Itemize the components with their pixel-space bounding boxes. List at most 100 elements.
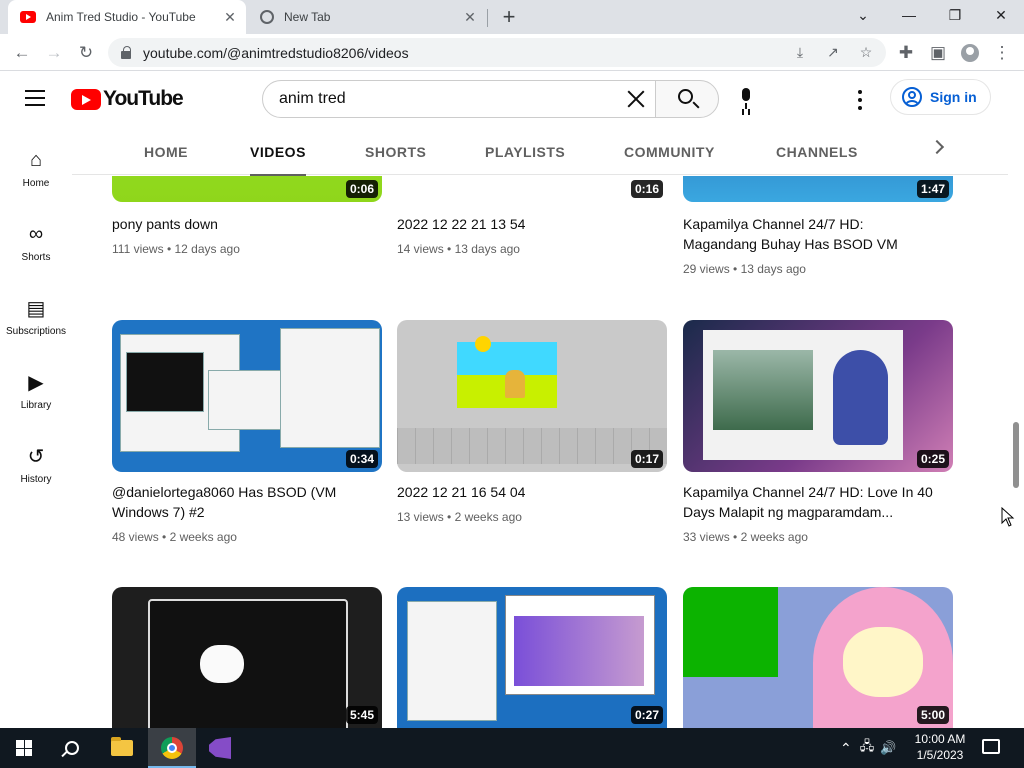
bookmark-star-icon[interactable]: ☆ xyxy=(854,40,878,64)
guide-item-history[interactable]: ↺ History xyxy=(0,424,72,496)
view-count: 13 views xyxy=(397,510,444,524)
share-icon[interactable]: ↗ xyxy=(821,40,845,64)
side-panel-icon[interactable]: ▣ xyxy=(924,39,952,67)
lock-icon[interactable] xyxy=(121,45,131,59)
back-button[interactable]: ← xyxy=(8,39,36,67)
duration-badge: 5:00 xyxy=(916,706,949,724)
upload-age: 2 weeks ago xyxy=(740,530,808,544)
video-thumbnail[interactable]: 0:06 xyxy=(112,176,382,202)
address-bar[interactable]: youtube.com/@animtredstudio8206/videos ⤓… xyxy=(108,38,886,67)
guide-item-subscriptions[interactable]: ▤ Subscriptions xyxy=(0,276,72,348)
reload-button[interactable]: ↻ xyxy=(72,39,100,67)
taskbar-clock[interactable]: 10:00 AM 1/5/2023 xyxy=(906,731,974,763)
tab-community[interactable]: COMMUNITY xyxy=(624,128,715,175)
tab-channels[interactable]: CHANNELS xyxy=(776,128,858,175)
video-thumbnail[interactable]: 1:47 xyxy=(683,176,953,202)
profile-icon xyxy=(961,44,979,62)
pony-drawing xyxy=(505,370,525,398)
clock-time: 10:00 AM xyxy=(914,732,966,746)
video-title[interactable]: Kapamilya Channel 24/7 HD: Magandang Buh… xyxy=(683,214,933,254)
green-screen-area xyxy=(683,587,778,677)
youtube-masthead: YouTube Sign in xyxy=(0,72,1024,128)
action-center-icon[interactable] xyxy=(982,739,1000,754)
new-tab-button[interactable]: + xyxy=(497,4,521,29)
guide-item-shorts[interactable]: ∞ Shorts xyxy=(0,202,72,274)
clock-date: 1/5/2023 xyxy=(916,748,964,762)
sign-in-button[interactable]: Sign in xyxy=(890,79,991,115)
minimize-button[interactable]: — xyxy=(886,0,932,30)
voice-search-mic-icon[interactable] xyxy=(740,88,752,112)
chrome-taskbar-button[interactable] xyxy=(148,728,196,768)
network-icon[interactable]: 🖧 xyxy=(860,737,875,759)
visual-studio-icon xyxy=(209,737,231,759)
settings-more-icon[interactable] xyxy=(858,90,862,110)
tab-home[interactable]: HOME xyxy=(144,128,188,175)
duration-badge: 0:25 xyxy=(916,450,949,468)
guide-item-home[interactable]: ⌂ Home xyxy=(0,128,72,200)
restore-button[interactable]: ❐ xyxy=(932,0,978,30)
history-icon: ↺ xyxy=(27,445,45,468)
duration-badge: 0:17 xyxy=(630,450,663,468)
guide-label: Shorts xyxy=(21,252,51,263)
profile-avatar[interactable] xyxy=(956,39,984,67)
meta-separator: • xyxy=(447,242,452,256)
extensions-puzzle-icon[interactable]: ✚ xyxy=(892,39,920,67)
search-input[interactable] xyxy=(279,90,609,108)
clear-search-icon[interactable] xyxy=(625,88,647,110)
browser-tab-youtube[interactable]: Anim Tred Studio - YouTube ✕ xyxy=(8,0,246,34)
tab-search-chevron-icon[interactable]: ⌄ xyxy=(840,0,886,30)
close-window-button[interactable]: ✕ xyxy=(978,0,1024,30)
guide-label: Library xyxy=(20,400,52,411)
search-icon xyxy=(678,89,693,104)
video-metadata: 111 views • 12 days ago xyxy=(112,242,240,256)
forward-button[interactable]: → xyxy=(40,39,68,67)
video-title[interactable]: 2022 12 21 16 54 04 xyxy=(397,482,647,502)
volume-icon[interactable]: 🔊 xyxy=(880,740,896,756)
upload-age: 2 weeks ago xyxy=(454,510,522,524)
video-title[interactable]: @danielortega8060 Has BSOD (VM Windows 7… xyxy=(112,482,362,522)
video-thumbnail[interactable]: 0:25 xyxy=(683,320,953,472)
chrome-icon xyxy=(161,737,183,759)
video-thumbnail[interactable]: 0:17 xyxy=(397,320,667,472)
video-grid: 0:06 0:16 1:47 pony pants down 111 views… xyxy=(72,176,1008,728)
tab-title: New Tab xyxy=(284,10,331,24)
install-app-icon[interactable]: ⤓ xyxy=(788,40,812,64)
meta-separator: • xyxy=(733,262,738,276)
people-photo xyxy=(713,350,813,430)
video-thumbnail[interactable]: 5:45 xyxy=(112,587,382,728)
video-title[interactable]: 2022 12 22 21 13 54 xyxy=(397,214,647,234)
start-button[interactable] xyxy=(0,728,48,768)
video-thumbnail[interactable]: 0:34 xyxy=(112,320,382,472)
video-title[interactable]: pony pants down xyxy=(112,214,362,234)
video-thumbnail[interactable]: 5:00 xyxy=(683,587,953,728)
guide-menu-icon[interactable] xyxy=(25,90,45,106)
show-hidden-icons-chevron-icon[interactable]: ⌃ xyxy=(840,740,852,757)
browser-toolbar: ← → ↻ youtube.com/@animtredstudio8206/vi… xyxy=(0,34,1024,71)
duration-badge: 0:16 xyxy=(630,180,663,198)
duration-badge: 0:06 xyxy=(345,180,378,198)
tab-playlists[interactable]: PLAYLISTS xyxy=(485,128,565,175)
chrome-menu-icon[interactable]: ⋮ xyxy=(988,39,1016,67)
file-explorer-button[interactable] xyxy=(98,728,146,768)
tab-shorts[interactable]: SHORTS xyxy=(365,128,426,175)
close-tab-icon[interactable]: ✕ xyxy=(462,9,478,25)
guide-item-library[interactable]: ▶ Library xyxy=(0,350,72,422)
chevron-right-icon[interactable] xyxy=(929,139,945,155)
search-box[interactable] xyxy=(262,80,656,118)
url-text[interactable]: youtube.com/@animtredstudio8206/videos xyxy=(143,45,409,61)
youtube-wordmark: YouTube xyxy=(103,87,184,110)
page-scrollbar[interactable] xyxy=(1008,72,1024,728)
video-thumbnail[interactable]: 0:16 xyxy=(397,176,667,202)
visual-studio-taskbar-button[interactable] xyxy=(196,728,244,768)
taskbar-search-button[interactable] xyxy=(48,728,96,768)
video-thumbnail[interactable]: 0:27 xyxy=(397,587,667,728)
scrollbar-thumb[interactable] xyxy=(1013,422,1019,488)
tab-separator xyxy=(487,9,488,27)
tab-videos[interactable]: VIDEOS xyxy=(250,128,306,176)
browser-tab-new-tab[interactable]: New Tab ✕ xyxy=(248,0,486,34)
search-button[interactable] xyxy=(655,80,719,118)
youtube-logo[interactable]: YouTube xyxy=(71,87,184,111)
view-count: 14 views xyxy=(397,242,444,256)
video-title[interactable]: Kapamilya Channel 24/7 HD: Love In 40 Da… xyxy=(683,482,933,522)
close-tab-icon[interactable]: ✕ xyxy=(222,9,238,25)
